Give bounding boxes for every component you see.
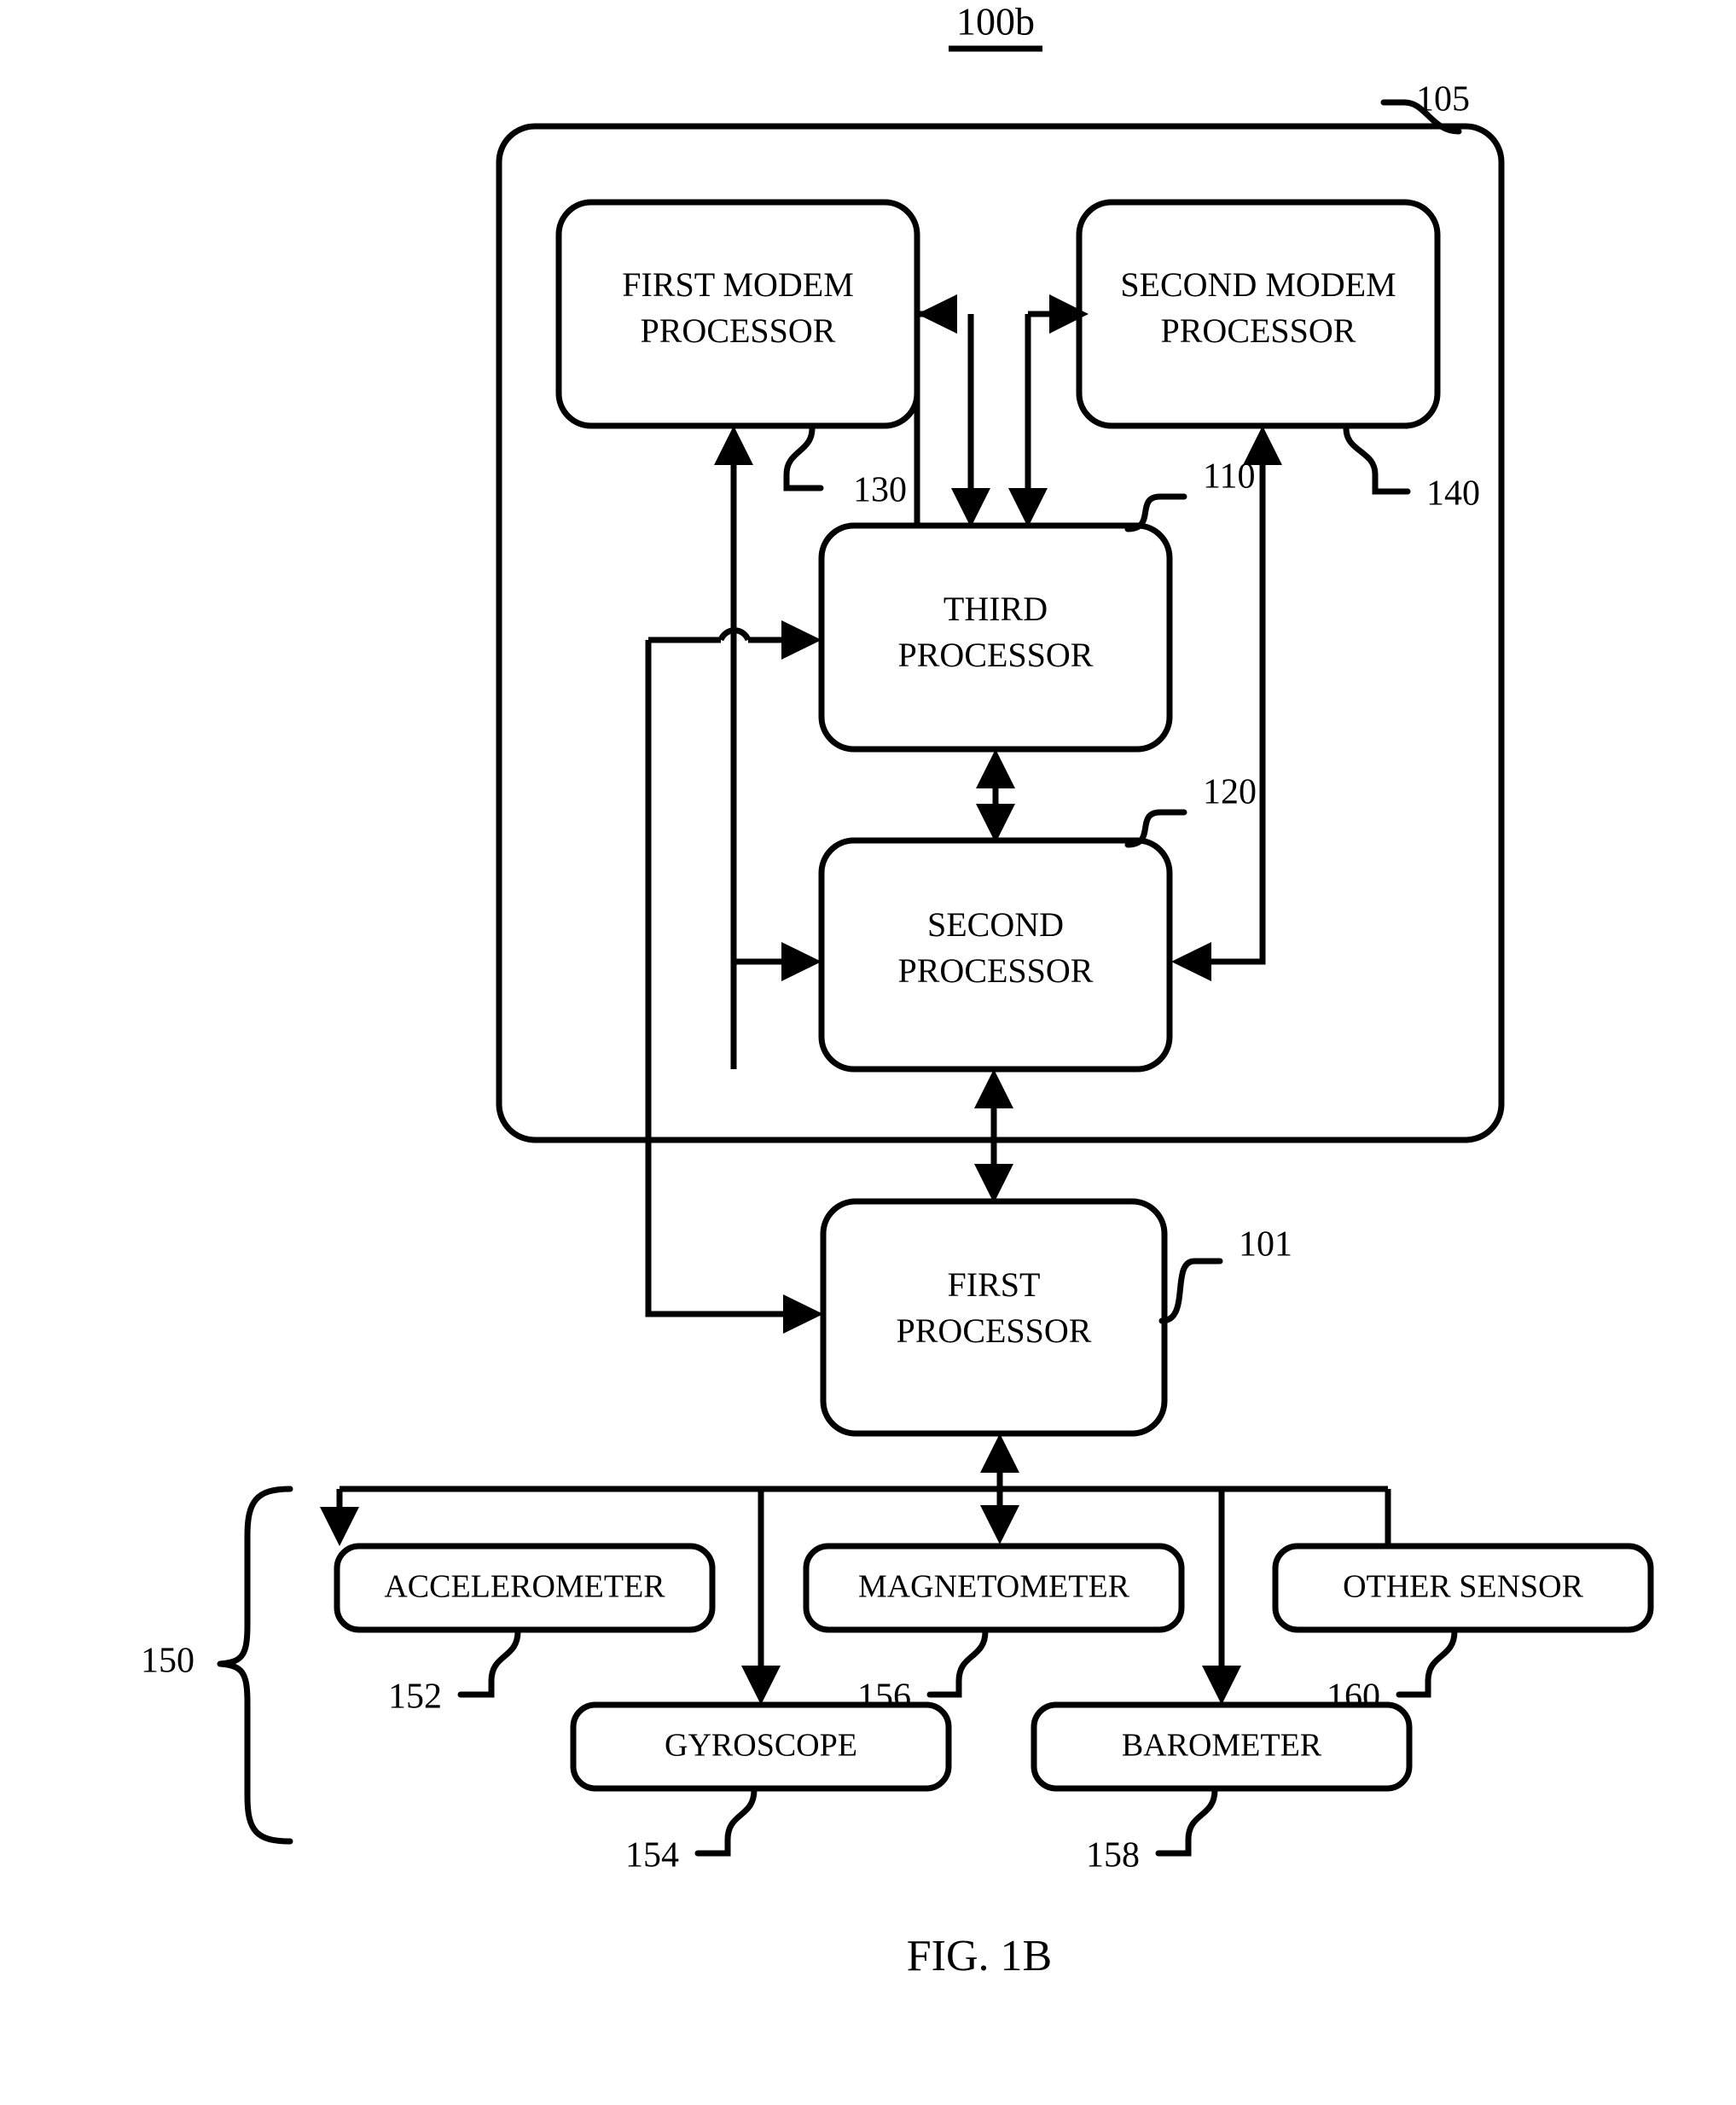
gyroscope-label: GYROSCOPE bbox=[665, 1728, 857, 1764]
second-processor-label-line1: SECOND bbox=[927, 905, 1064, 944]
ref-158: 158 bbox=[1086, 1836, 1140, 1875]
leader-line-101 bbox=[1158, 1258, 1223, 1324]
arrowhead-right-into-secondproc bbox=[781, 942, 822, 981]
arrowhead-down-into-thirdproc-right bbox=[1008, 488, 1048, 527]
sensor-group-brace-150 bbox=[217, 1486, 293, 1845]
connector-thirdproc-secondproc-bidir bbox=[976, 749, 1015, 843]
block-diagram-canvas: 100b 105 FIRST MODEM PROCESSOR 130 SECON… bbox=[141, 0, 1654, 1980]
connector-up-into-first-modem bbox=[714, 426, 753, 1069]
ref-150: 150 bbox=[141, 1642, 195, 1681]
arrowhead-down-secondproc bbox=[976, 804, 1015, 843]
figure-caption: FIG. 1B bbox=[907, 1932, 1052, 1980]
arrowhead-left-to-first-modem bbox=[917, 294, 957, 334]
connector-into-secondproc-left bbox=[734, 942, 822, 981]
arrowhead-down-magnetometer bbox=[980, 1505, 1019, 1544]
leader-line-140 bbox=[1343, 425, 1411, 495]
arrowhead-up-thirdproc bbox=[976, 749, 1015, 788]
arrowhead-up-into-first-modem bbox=[714, 426, 753, 465]
connector-bus-to-gyroscope bbox=[741, 1489, 781, 1705]
arrowhead-down-gyroscope bbox=[741, 1666, 781, 1705]
connector-secondproc-firstproc-bidir bbox=[974, 1069, 1013, 1203]
ref-120: 120 bbox=[1203, 773, 1257, 812]
arrowhead-right-into-firstproc bbox=[783, 1294, 823, 1334]
accelerometer-label: ACCELEROMETER bbox=[384, 1569, 665, 1605]
arrowhead-down-barometer bbox=[1202, 1666, 1241, 1705]
connector-thirdproc-to-firstmodem bbox=[914, 294, 957, 526]
leader-line-158 bbox=[1155, 1787, 1218, 1857]
other-sensor-label: OTHER SENSOR bbox=[1343, 1569, 1584, 1605]
leader-line-154 bbox=[694, 1787, 758, 1857]
ref-101: 101 bbox=[1239, 1225, 1292, 1265]
figure-top-label-text: 100b bbox=[956, 0, 1035, 44]
connector-bus-to-barometer bbox=[1202, 1489, 1241, 1705]
arrowhead-down-accelerometer bbox=[320, 1507, 359, 1546]
second-processor-label-line2: PROCESSOR bbox=[898, 951, 1094, 990]
third-processor-label-line1: THIRD bbox=[943, 590, 1048, 628]
connector-secondproc-to-secondmodem bbox=[1171, 426, 1282, 981]
leader-line-156 bbox=[926, 1628, 989, 1698]
arrowhead-up-firstproc bbox=[980, 1433, 1019, 1473]
ref-154: 154 bbox=[625, 1836, 679, 1875]
ref-152: 152 bbox=[388, 1678, 442, 1717]
leader-line-152 bbox=[457, 1628, 521, 1698]
connector-bus-to-accelerometer bbox=[320, 1489, 359, 1546]
first-modem-processor-label-line1: FIRST MODEM bbox=[622, 265, 854, 304]
second-modem-processor-label-line1: SECOND MODEM bbox=[1120, 265, 1396, 304]
first-processor-label-line1: FIRST bbox=[948, 1265, 1041, 1304]
arrowhead-left-into-secondproc bbox=[1171, 942, 1211, 981]
arrowhead-down-into-thirdproc-left bbox=[951, 488, 990, 527]
first-processor-label-line2: PROCESSOR bbox=[897, 1311, 1092, 1350]
arrowhead-up-into-second-modem bbox=[1243, 426, 1282, 465]
ref-140: 140 bbox=[1426, 474, 1480, 514]
leader-line-130 bbox=[783, 425, 824, 491]
magnetometer-label: MAGNETOMETER bbox=[858, 1569, 1130, 1605]
ref-105: 105 bbox=[1416, 80, 1470, 119]
first-modem-processor-label-line2: PROCESSOR bbox=[641, 311, 836, 350]
arrowhead-down-firstproc bbox=[974, 1164, 1013, 1203]
third-processor-label-line2: PROCESSOR bbox=[898, 636, 1094, 674]
arrowhead-right-into-thirdproc bbox=[781, 620, 822, 660]
connector-stem-left-into-thirdproc bbox=[951, 314, 990, 527]
figure-top-label: 100b bbox=[949, 0, 1042, 52]
ref-130: 130 bbox=[853, 471, 907, 510]
patent-figure-1b: 100b 105 FIRST MODEM PROCESSOR 130 SECON… bbox=[0, 0, 1736, 2105]
leader-line-160 bbox=[1396, 1628, 1458, 1698]
barometer-label: BAROMETER bbox=[1122, 1728, 1322, 1764]
arrowhead-up-secondproc bbox=[974, 1069, 1013, 1108]
second-modem-processor-label-line2: PROCESSOR bbox=[1161, 311, 1356, 350]
